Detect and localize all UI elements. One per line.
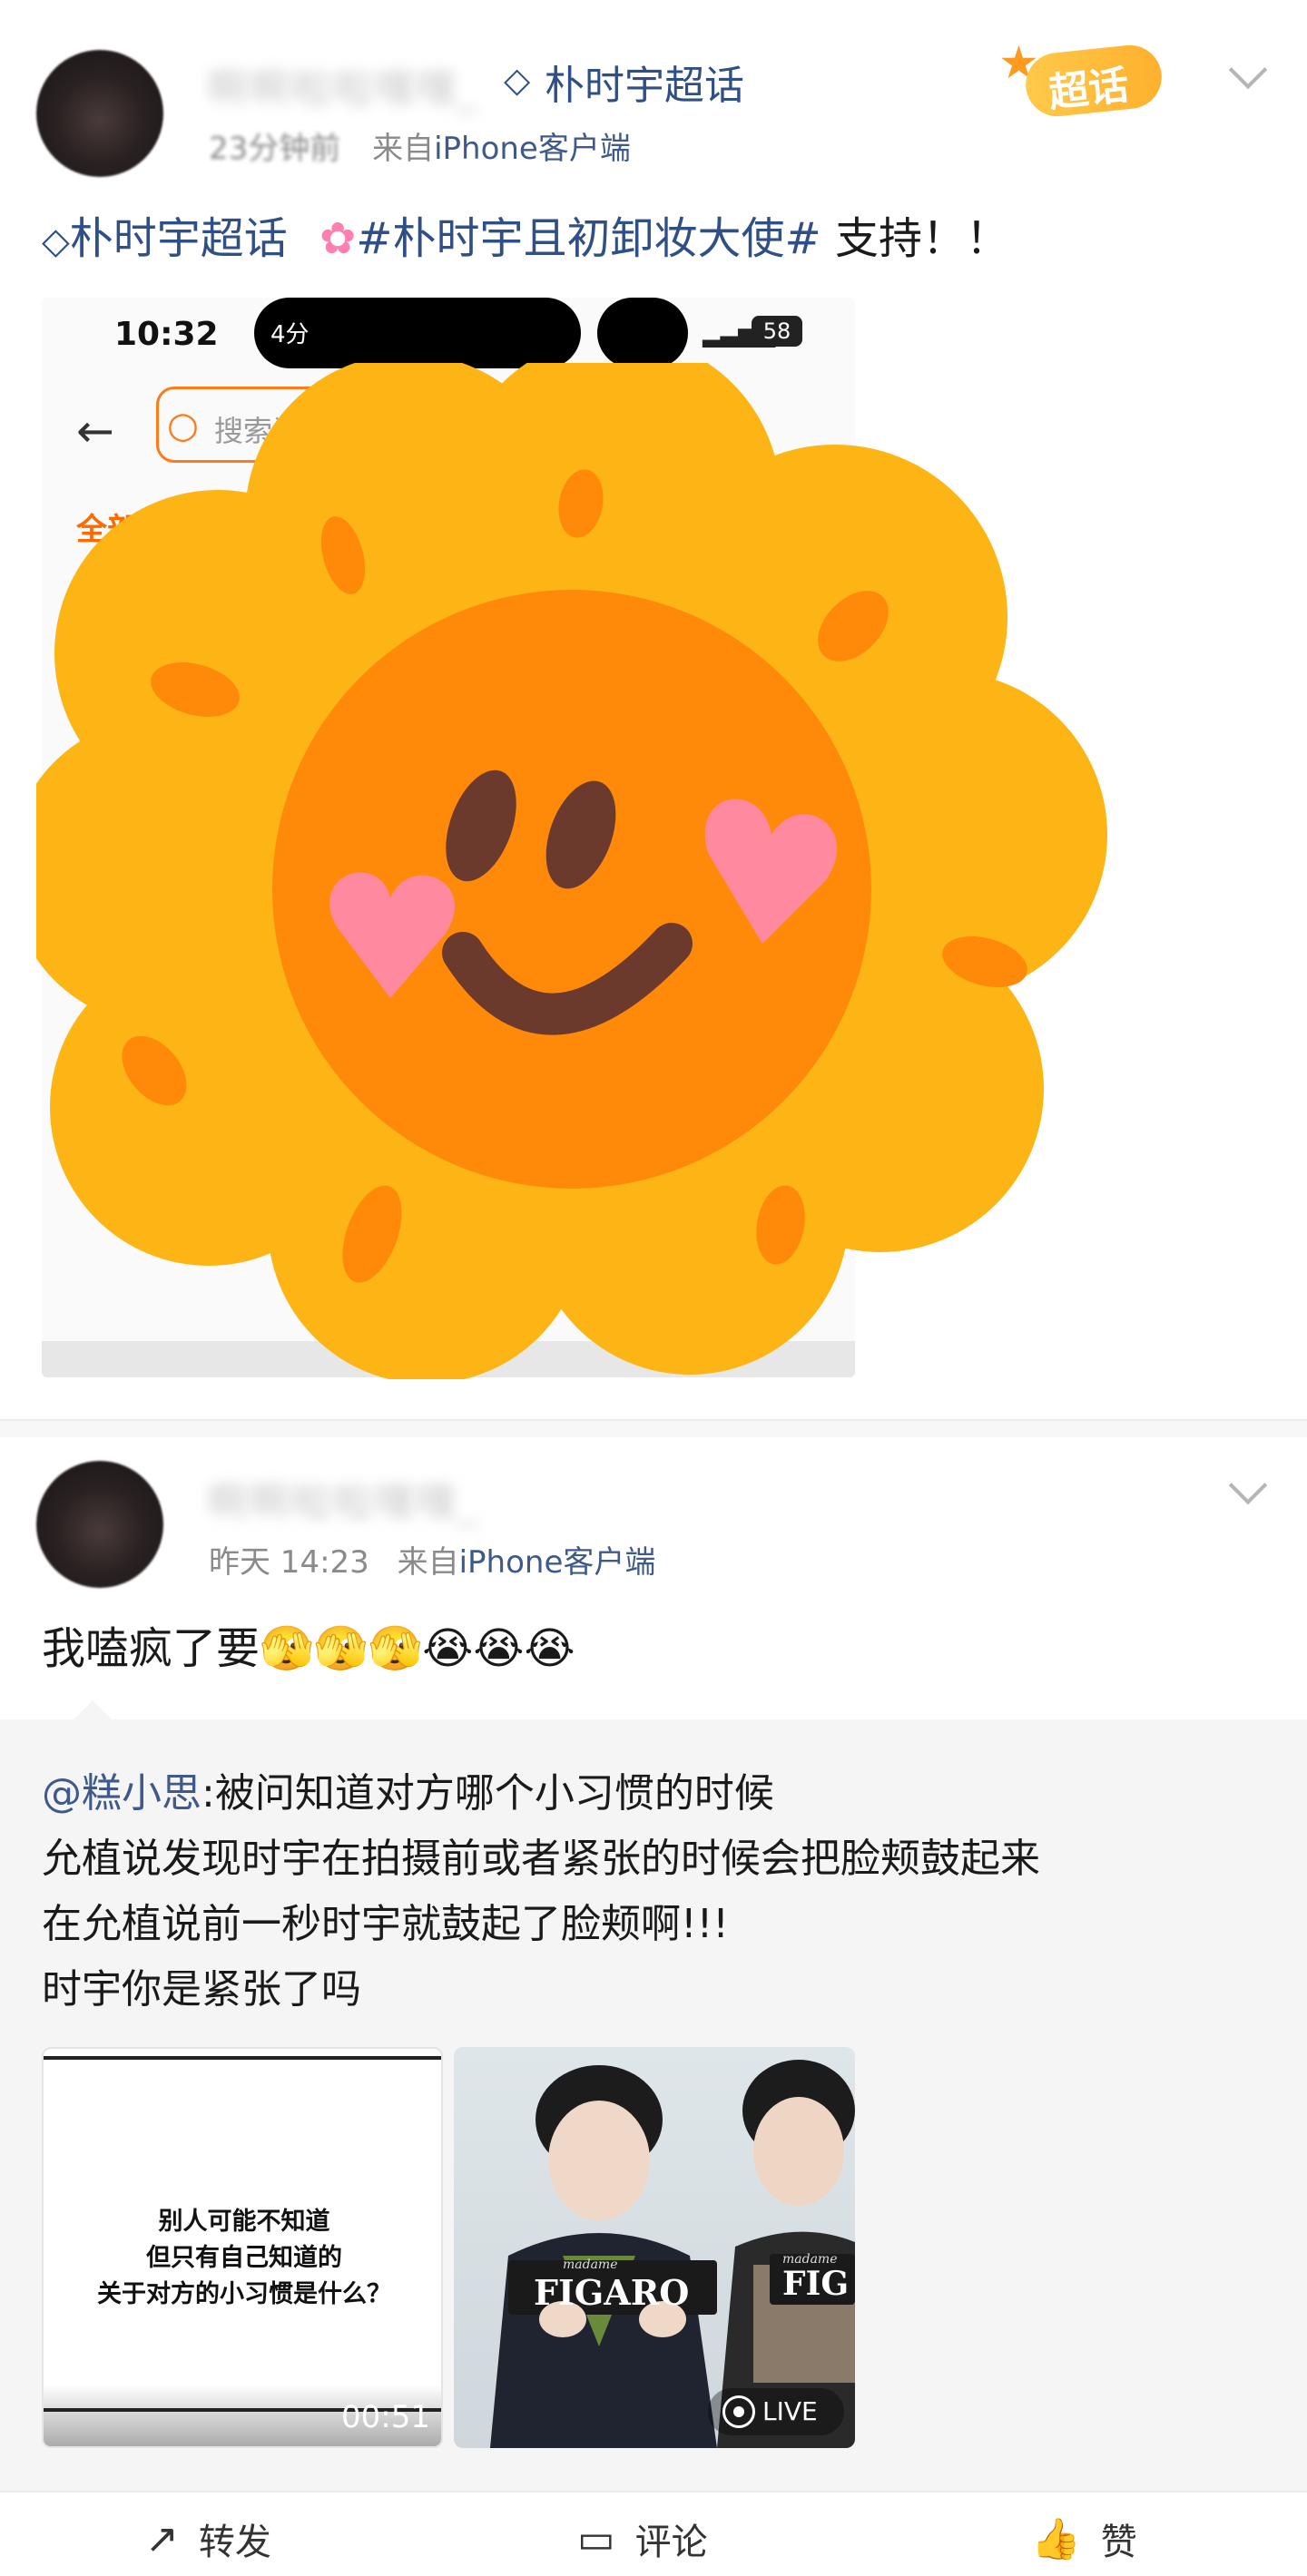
video-duration: 00:51 bbox=[341, 2399, 430, 2435]
magazine-label: FIGARO bbox=[534, 2272, 690, 2313]
video-caption: 关于对方的小习惯是什么？ bbox=[97, 2280, 391, 2308]
repost-notch bbox=[73, 1700, 113, 1720]
like-label: 赞 bbox=[1100, 2522, 1137, 2563]
cherry-blossom-icon: ✿ bbox=[319, 213, 357, 264]
live-label: LIVE bbox=[762, 2396, 818, 2426]
badge-label: 超话 bbox=[1047, 62, 1131, 117]
repost-line-2: 允植说发现时宇在拍摄前或者紧张的时候会把脸颊鼓起来 bbox=[42, 1836, 1040, 1882]
frame-line bbox=[44, 2056, 441, 2060]
source-prefix: 来自 bbox=[397, 1544, 459, 1581]
avatar[interactable] bbox=[36, 50, 163, 177]
repost-line-1: @糕小思:被问知道对方哪个小习惯的时候 bbox=[42, 1760, 774, 1818]
comment-icon: ▭ bbox=[577, 2515, 615, 2562]
post-meta: 昨天 14:23 来自iPhone客户端 bbox=[209, 1537, 655, 1582]
super-topic-name[interactable]: 朴时宇超话 bbox=[545, 53, 744, 111]
repost-label: 转发 bbox=[198, 2522, 271, 2563]
island-text: 4分 bbox=[270, 321, 310, 348]
video-caption: 但只有自己知道的 bbox=[146, 2244, 342, 2272]
repost-line-4: 时宇你是紧张了吗 bbox=[42, 1966, 361, 2013]
source-prefix: 来自 bbox=[372, 131, 435, 167]
comment-button[interactable]: ▭ 评论 bbox=[577, 2512, 708, 2565]
share-icon: ↗ bbox=[145, 2515, 179, 2562]
hashtag-link[interactable]: #朴时宇且初卸妆大使# bbox=[356, 213, 821, 264]
video-thumbnail[interactable]: 别人可能不知道 但只有自己知道的 关于对方的小习惯是什么？ 00:51 bbox=[42, 2047, 443, 2448]
action-bar: ↗ 转发 ▭ 评论 👍 赞 bbox=[0, 2491, 1307, 2576]
repost-line-3: 在允植说前一秒时宇就鼓起了脸颊啊!!! bbox=[42, 1901, 729, 1947]
topic-link[interactable]: 朴时宇超话 bbox=[70, 213, 288, 264]
avatar[interactable] bbox=[36, 1461, 163, 1588]
island-media bbox=[597, 298, 688, 368]
source[interactable]: iPhone客户端 bbox=[434, 131, 631, 167]
post-text: 我嗑疯了要🫣🫣🫣😭😭😭 bbox=[42, 1623, 575, 1674]
post-text-tail: 支持！！ bbox=[821, 213, 1009, 264]
post-gap bbox=[0, 1421, 1307, 1437]
username[interactable]: 啊啊啦啦嘿嘿_ bbox=[207, 56, 479, 114]
chaohua-badge[interactable]: ★ 超话 bbox=[998, 36, 1189, 127]
mention-link[interactable]: @糕小思 bbox=[42, 1770, 201, 1817]
like-button[interactable]: 👍 赞 bbox=[1031, 2512, 1137, 2565]
chevron-down-icon[interactable] bbox=[1228, 50, 1268, 90]
post-time: 23分钟前 bbox=[209, 131, 341, 167]
username[interactable]: 啊啊啦啦嘿嘿_ bbox=[207, 1470, 479, 1528]
live-badge: LIVE bbox=[708, 2388, 844, 2435]
status-time: 10:32 bbox=[114, 316, 219, 353]
super-topic-diamond-icon: ◇ bbox=[504, 60, 531, 100]
repost-button[interactable]: ↗ 转发 bbox=[145, 2512, 271, 2565]
sun-sticker bbox=[36, 363, 1107, 1379]
magazine-small-label: madame bbox=[563, 2258, 618, 2272]
super-topic-diamond-icon: ◇ bbox=[42, 220, 70, 262]
post-text: ◇朴时宇超话 ✿#朴时宇且初卸妆大使# 支持！！ bbox=[42, 211, 1009, 267]
chevron-down-icon[interactable] bbox=[1228, 1465, 1268, 1505]
post-meta: 23分钟前 来自iPhone客户端 bbox=[209, 123, 631, 168]
live-photo-thumbnail[interactable]: madame FIGARO madame FIG LIVE bbox=[454, 2047, 855, 2448]
video-caption: 别人可能不知道 bbox=[158, 2208, 330, 2236]
post-time: 昨天 14:23 bbox=[209, 1544, 369, 1581]
repost-text: :被问知道对方哪个小习惯的时候 bbox=[201, 1770, 774, 1817]
magazine-label: FIG bbox=[782, 2265, 850, 2303]
source[interactable]: iPhone客户端 bbox=[459, 1544, 656, 1581]
live-icon bbox=[722, 2395, 755, 2428]
thumbs-up-icon: 👍 bbox=[1031, 2516, 1081, 2562]
comment-label: 评论 bbox=[634, 2522, 708, 2563]
battery-icon: 58 bbox=[752, 316, 802, 347]
